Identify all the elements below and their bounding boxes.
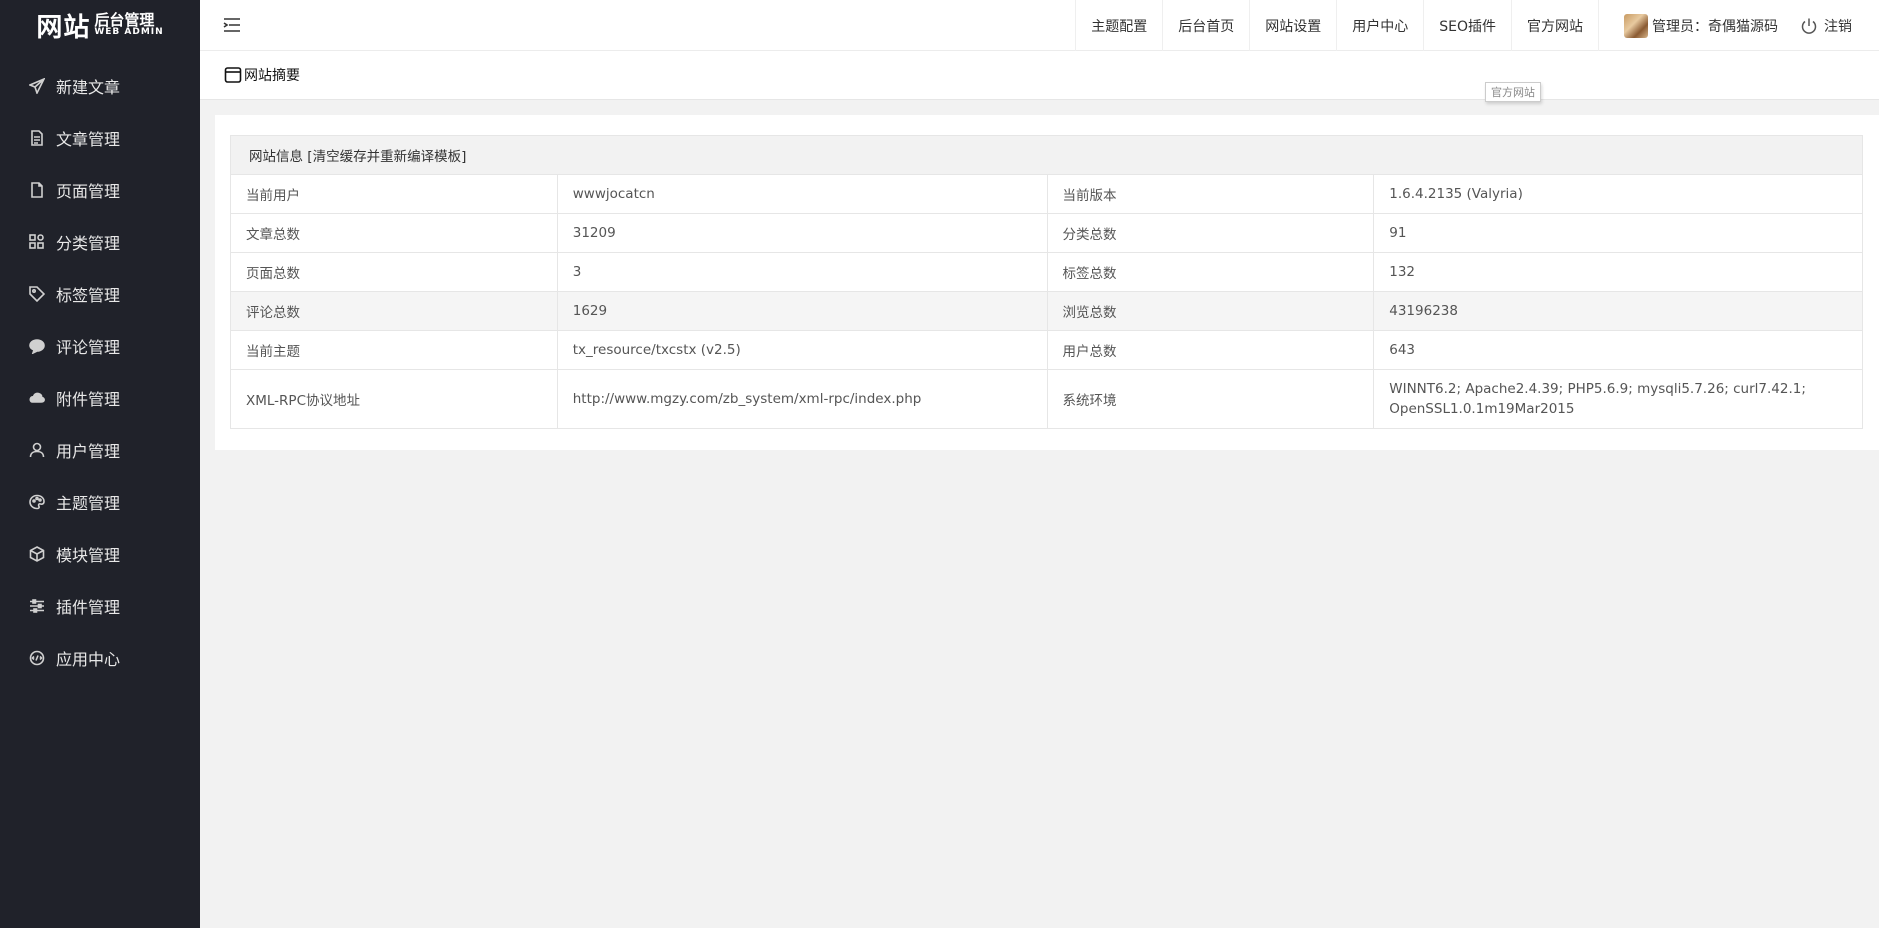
sidebar-item-articles[interactable]: 文章管理 (0, 112, 200, 164)
row-key: 标签总数 (1046, 252, 1375, 292)
paper-plane-icon (28, 77, 46, 95)
row-value: wwwjocatcn (556, 174, 1048, 214)
logout-button[interactable]: 注销 (1800, 16, 1852, 36)
row-key: 页面总数 (230, 252, 558, 292)
row-key: 浏览总数 (1046, 291, 1375, 331)
tooltip: 官方网站 (1485, 82, 1541, 102)
table-row: 页面总数 3 标签总数 132 (230, 252, 1863, 292)
row-key: 当前版本 (1046, 174, 1375, 214)
sub-header: 网站摘要 (200, 51, 1879, 100)
cube-icon (28, 545, 46, 563)
comment-icon (28, 337, 46, 355)
sidebar-item-themes[interactable]: 主题管理 (0, 476, 200, 528)
sidebar-item-label: 页面管理 (56, 182, 121, 201)
nav-site-settings[interactable]: 网站设置 (1249, 0, 1336, 51)
page-icon (28, 181, 46, 199)
logo[interactable]: 网站 后台管理 WEB ADMIN (0, 0, 200, 50)
row-value: 643 (1373, 330, 1863, 370)
logo-en-text: WEB ADMIN (94, 27, 164, 37)
row-key: 评论总数 (230, 291, 558, 331)
tag-icon (28, 285, 46, 303)
logo-main-text: 网站 (36, 12, 91, 43)
palette-icon (28, 493, 46, 511)
sidebar-item-label: 主题管理 (56, 494, 121, 513)
row-key: XML-RPC协议地址 (230, 369, 558, 429)
top-nav: 主题配置 后台首页 网站设置 用户中心 SEO插件 官方网站 (1075, 0, 1599, 51)
sidebar-item-label: 分类管理 (56, 234, 121, 253)
sidebar-item-label: 附件管理 (56, 390, 121, 409)
sidebar-menu: 新建文章 文章管理 页面管理 分类管理 标签管理 评论管理 附件管理 用户管理 (0, 60, 200, 684)
sliders-icon (28, 597, 46, 615)
sidebar-item-label: 用户管理 (56, 442, 121, 461)
logo-sub-text: 后台管理 (94, 11, 155, 29)
row-key: 用户总数 (1046, 330, 1375, 370)
window-icon (224, 67, 242, 83)
logout-label: 注销 (1824, 18, 1852, 35)
table-row: 文章总数 31209 分类总数 91 (230, 213, 1863, 253)
sidebar-item-users[interactable]: 用户管理 (0, 424, 200, 476)
main-content: 网站信息 [清空缓存并重新编译模板] 当前用户 wwwjocatcn 当前版本 … (215, 115, 1879, 450)
site-info-table: 网站信息 [清空缓存并重新编译模板] 当前用户 wwwjocatcn 当前版本 … (230, 135, 1863, 429)
row-value: 31209 (556, 213, 1048, 253)
table-header: 网站信息 [清空缓存并重新编译模板] (230, 135, 1863, 175)
table-title: 网站信息 (249, 149, 303, 165)
row-value: 43196238 (1373, 291, 1863, 331)
admin-username[interactable]: 管理员：奇偶猫源码 (1652, 16, 1778, 36)
sidebar-item-label: 评论管理 (56, 338, 121, 357)
document-icon (28, 129, 46, 147)
sidebar-item-tags[interactable]: 标签管理 (0, 268, 200, 320)
top-header: 主题配置 后台首页 网站设置 用户中心 SEO插件 官方网站 管理员：奇偶猫源码… (200, 0, 1879, 51)
sidebar-item-pages[interactable]: 页面管理 (0, 164, 200, 216)
row-value: tx_resource/txcstx (v2.5) (556, 330, 1048, 370)
page-title: 网站摘要 (224, 65, 300, 85)
table-row: 当前主题 tx_resource/txcstx (v2.5) 用户总数 643 (230, 330, 1863, 370)
sidebar-item-attachments[interactable]: 附件管理 (0, 372, 200, 424)
cloud-upload-icon (28, 389, 46, 407)
row-value: http://www.mgzy.com/zb_system/xml-rpc/in… (556, 369, 1048, 429)
row-value: 1629 (556, 291, 1048, 331)
sidebar-item-label: 插件管理 (56, 598, 121, 617)
sidebar-item-label: 文章管理 (56, 130, 121, 149)
nav-admin-home[interactable]: 后台首页 (1162, 0, 1249, 51)
row-value: WINNT6.2; Apache2.4.39; PHP5.6.9; mysqli… (1373, 369, 1863, 429)
row-value: 132 (1373, 252, 1863, 292)
avatar[interactable] (1624, 13, 1648, 38)
sidebar-item-label: 新建文章 (56, 78, 121, 97)
category-grid-icon (28, 233, 46, 251)
nav-user-center[interactable]: 用户中心 (1336, 0, 1423, 51)
table-row: XML-RPC协议地址 http://www.mgzy.com/zb_syste… (230, 369, 1863, 429)
sidebar-item-comments[interactable]: 评论管理 (0, 320, 200, 372)
sidebar-item-label: 模块管理 (56, 546, 121, 565)
user-icon (28, 441, 46, 459)
row-value: 91 (1373, 213, 1863, 253)
user-box: 管理员：奇偶猫源码 注销 (1599, 0, 1879, 51)
row-key: 当前主题 (230, 330, 558, 370)
power-icon (1801, 18, 1817, 34)
table-row: 评论总数 1629 浏览总数 43196238 (230, 291, 1863, 331)
page-title-text: 网站摘要 (244, 68, 300, 84)
clear-cache-link[interactable]: [清空缓存并重新编译模板] (307, 149, 466, 165)
sidebar: 网站 后台管理 WEB ADMIN 新建文章 文章管理 页面管理 分类管理 标签… (0, 0, 200, 928)
row-key: 当前用户 (230, 174, 558, 214)
sidebar-item-label: 标签管理 (56, 286, 121, 305)
sidebar-item-label: 应用中心 (56, 650, 121, 669)
nav-theme-config[interactable]: 主题配置 (1075, 0, 1162, 51)
nav-official-site[interactable]: 官方网站 (1511, 0, 1599, 51)
sidebar-item-categories[interactable]: 分类管理 (0, 216, 200, 268)
row-key: 分类总数 (1046, 213, 1375, 253)
table-row: 当前用户 wwwjocatcn 当前版本 1.6.4.2135 (Valyria… (230, 174, 1863, 214)
sidebar-item-plugins[interactable]: 插件管理 (0, 580, 200, 632)
app-center-icon (28, 649, 46, 667)
sidebar-item-modules[interactable]: 模块管理 (0, 528, 200, 580)
row-key: 文章总数 (230, 213, 558, 253)
row-value: 3 (556, 252, 1048, 292)
sidebar-item-app-center[interactable]: 应用中心 (0, 632, 200, 684)
menu-toggle-icon[interactable] (222, 15, 242, 35)
nav-seo-plugin[interactable]: SEO插件 (1423, 0, 1511, 51)
row-key: 系统环境 (1046, 369, 1375, 429)
sidebar-item-new-article[interactable]: 新建文章 (0, 60, 200, 112)
row-value: 1.6.4.2135 (Valyria) (1373, 174, 1863, 214)
